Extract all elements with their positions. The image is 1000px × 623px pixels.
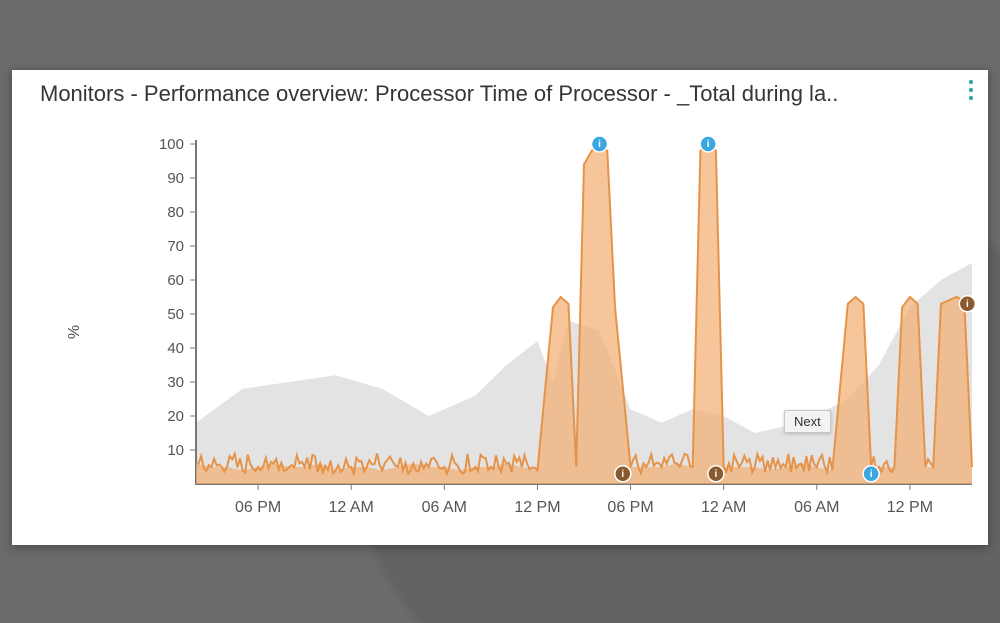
panel-header: Monitors - Performance overview: Process… <box>40 78 966 110</box>
kebab-dot-icon <box>969 88 973 92</box>
y-tick-label: 30 <box>167 374 184 391</box>
y-tick-label: 20 <box>167 408 184 425</box>
x-tick-label: 12 PM <box>887 499 933 516</box>
x-tick-label: 12 PM <box>514 499 560 516</box>
plot-area[interactable]: % 10 20 30 40 50 60 70 80 90 100 06 PM 12 AM 06 AM 12… <box>12 118 988 545</box>
y-tick-label: 60 <box>167 272 184 289</box>
svg-text:i: i <box>966 299 969 310</box>
y-tick-label: 90 <box>167 170 184 187</box>
y-tick-label: 10 <box>167 442 184 459</box>
svg-text:i: i <box>621 469 624 480</box>
svg-text:i: i <box>870 469 873 480</box>
chart-panel: Monitors - Performance overview: Process… <box>12 70 988 545</box>
y-axis-label: % <box>66 324 84 338</box>
y-tick-label: 70 <box>167 238 184 255</box>
panel-title: Monitors - Performance overview: Process… <box>40 81 838 107</box>
y-tick-label: 40 <box>167 340 184 357</box>
y-tick-label: 50 <box>167 306 184 323</box>
x-tick-label: 06 PM <box>607 499 653 516</box>
x-tick-label: 06 AM <box>422 499 467 516</box>
kebab-dot-icon <box>969 96 973 100</box>
panel-menu-button[interactable] <box>960 76 982 104</box>
x-tick-label: 12 AM <box>701 499 746 516</box>
y-tick-label: 100 <box>159 136 184 153</box>
kebab-dot-icon <box>969 80 973 84</box>
svg-text:i: i <box>707 139 710 150</box>
x-tick-label: 06 AM <box>794 499 839 516</box>
x-tick-label: 12 AM <box>329 499 374 516</box>
chart-svg: 10 20 30 40 50 60 70 80 90 100 06 PM 12 AM 06 AM 12 P… <box>110 134 980 544</box>
svg-text:i: i <box>715 469 718 480</box>
svg-text:i: i <box>598 139 601 150</box>
x-tick-label: 06 PM <box>235 499 281 516</box>
y-tick-label: 80 <box>167 204 184 221</box>
